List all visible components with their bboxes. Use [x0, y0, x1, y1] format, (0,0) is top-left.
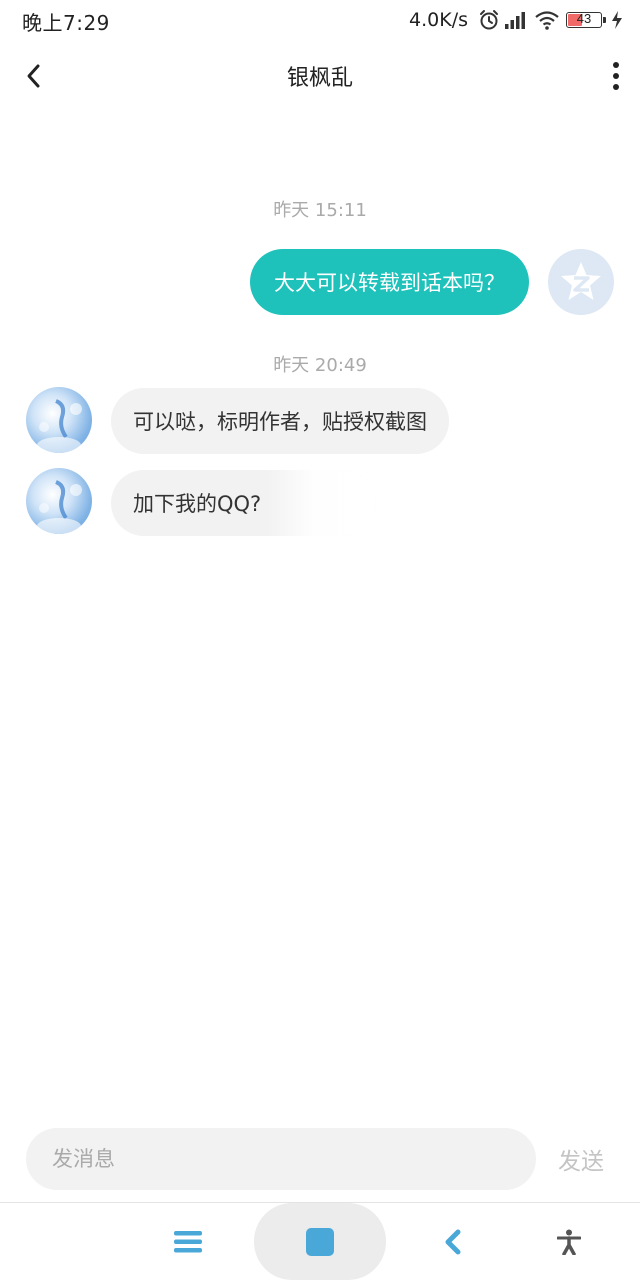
avatar-image	[37, 480, 82, 534]
qzone-star-icon	[561, 262, 601, 300]
message-timestamp: 昨天 15:11	[273, 200, 367, 221]
blur-overlay	[266, 470, 376, 536]
status-bar: 晚上7:29 4.0K/s 43	[0, 0, 640, 40]
message-text: 大大可以转载到话本吗？	[274, 271, 505, 295]
incoming-message[interactable]: 加下我的QQ?	[111, 470, 376, 536]
network-speed: 4.0K/s	[409, 9, 468, 31]
input-bar: 发送	[0, 1120, 640, 1202]
wifi-icon	[535, 11, 559, 30]
message-text: 加下我的QQ?	[133, 492, 262, 516]
menu-icon	[174, 1230, 202, 1252]
contact-avatar[interactable]	[26, 468, 92, 534]
my-avatar[interactable]	[548, 249, 614, 315]
charging-icon	[612, 11, 622, 29]
more-options-button[interactable]	[598, 54, 634, 98]
send-button[interactable]: 发送	[558, 1142, 604, 1176]
home-icon	[306, 1227, 334, 1256]
system-nav-bar	[0, 1203, 640, 1280]
signal-icon	[505, 12, 525, 29]
status-icons: 4.0K/s 43	[409, 6, 624, 34]
message-timestamp: 昨天 20:49	[273, 355, 367, 376]
outgoing-message[interactable]: 大大可以转载到话本吗？	[250, 249, 529, 315]
menu-button[interactable]	[160, 1203, 216, 1280]
battery-level: 43	[576, 11, 592, 26]
alarm-icon	[480, 10, 498, 30]
accessibility-button[interactable]	[544, 1203, 594, 1280]
message-text: 可以哒，标明作者，贴授权截图	[133, 410, 427, 434]
back-icon	[445, 1229, 461, 1254]
accessibility-icon	[557, 1229, 581, 1255]
home-button[interactable]	[290, 1203, 350, 1280]
incoming-message[interactable]: 可以哒，标明作者，贴授权截图	[111, 388, 449, 454]
status-time: 晚上7:29	[22, 11, 110, 35]
nav-back-button[interactable]	[428, 1203, 478, 1280]
message-input[interactable]	[26, 1128, 536, 1190]
chat-header: 银枫乱	[0, 40, 640, 110]
avatar-image	[37, 399, 82, 453]
battery-icon: 43	[566, 11, 606, 28]
contact-avatar[interactable]	[26, 387, 92, 453]
chat-title: 银枫乱	[286, 66, 353, 91]
more-vertical-icon	[613, 62, 619, 90]
